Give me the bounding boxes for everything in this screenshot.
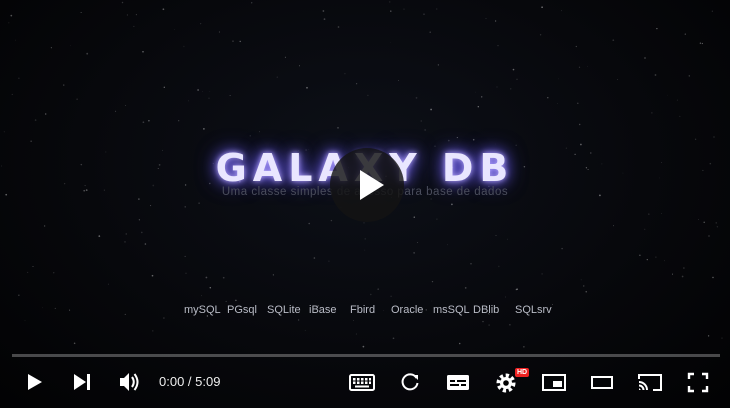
database-label: SQLite [267,304,301,316]
play-icon [28,374,42,390]
database-label: mySQL [184,304,221,316]
play-icon [360,170,384,200]
cast-icon [638,374,662,391]
subtitles-icon [447,375,469,390]
video-player[interactable]: GALAXY DB Uma classe simples de acesso p… [0,0,730,408]
database-label: iBase [309,304,337,316]
play-button[interactable] [14,362,54,402]
next-button[interactable] [62,362,102,402]
skip-next-icon [74,374,90,390]
fullscreen-icon [687,372,709,393]
keyboard-icon [349,374,375,391]
autoplay-button[interactable] [390,362,430,402]
time-display: 0:00 / 5:09 [159,374,221,389]
autoplay-icon [401,373,419,391]
hd-badge: HD [515,368,530,377]
database-label: DBlib [473,304,500,316]
volume-icon [120,373,139,391]
volume-button[interactable] [109,362,149,402]
theater-mode-button[interactable] [582,362,622,402]
miniplayer-button[interactable] [534,362,574,402]
subtitles-button[interactable] [438,362,478,402]
database-label: Fbird [350,304,376,316]
database-label: msSQL [433,304,470,316]
database-label: SQLsrv [515,304,552,316]
database-label: Oracle [391,304,424,316]
big-play-button[interactable] [330,148,404,222]
miniplayer-icon [542,374,566,391]
control-bar: 0:00 / 5:09 HD [0,358,730,408]
theater-mode-icon [591,376,613,389]
keyboard-shortcuts-button[interactable] [342,362,382,402]
fullscreen-button[interactable] [678,362,718,402]
progress-bar[interactable] [12,354,720,357]
database-label: PGsql [227,304,257,316]
cast-button[interactable] [630,362,670,402]
settings-button[interactable]: HD [486,362,530,402]
